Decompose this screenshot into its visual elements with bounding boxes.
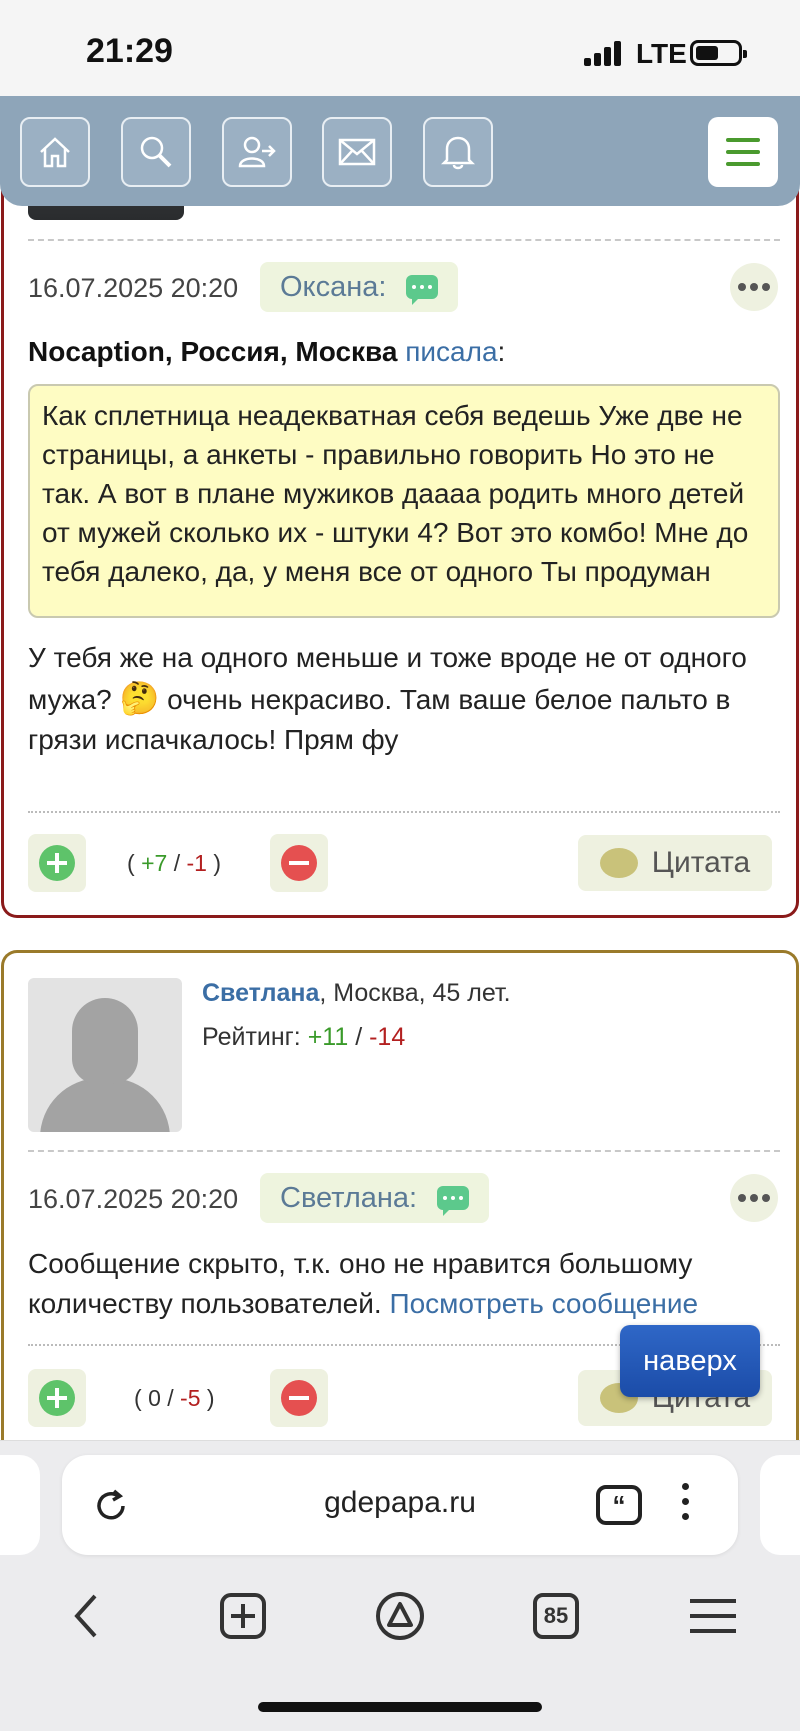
network-label: LTE — [636, 38, 687, 69]
chat-bubble-icon — [406, 275, 439, 305]
show-message-link[interactable]: Посмотреть сообщение — [389, 1288, 698, 1319]
home-icon — [40, 137, 70, 168]
post-date: 16.07.2025 20:20 — [28, 273, 239, 303]
cite-button[interactable]: Цитата — [578, 835, 772, 891]
vote-count: ( +7 / -1 ) — [127, 850, 221, 876]
post-card: 16.07.2025 20:20 Оксана: Nocaption, Росс… — [1, 150, 799, 918]
chat-bubble-icon — [437, 1186, 470, 1216]
more-options-button[interactable] — [730, 1174, 778, 1222]
vote-up-button[interactable] — [28, 1369, 86, 1427]
vote-count: ( 0 / -5 ) — [134, 1385, 215, 1411]
avatar[interactable] — [28, 978, 182, 1132]
quoted-author[interactable]: Nocaption, Россия, Москва — [28, 336, 397, 367]
author-name: Оксана: — [280, 270, 387, 303]
vote-down-button[interactable] — [270, 834, 328, 892]
menu-button[interactable] — [708, 117, 778, 187]
minus-icon — [281, 1380, 317, 1416]
more-options-button[interactable] — [730, 263, 778, 311]
minus-icon — [281, 845, 317, 881]
post-date: 16.07.2025 20:20 — [28, 1184, 239, 1214]
login-button[interactable] — [222, 117, 292, 187]
hidden-message-notice: Сообщение скрыто, т.к. оно не нравится б… — [28, 1248, 699, 1319]
reply-to-author-button[interactable]: Оксана: — [260, 262, 459, 312]
scroll-to-top-button[interactable]: наверх — [620, 1325, 760, 1397]
home-button[interactable] — [20, 117, 90, 187]
home-indicator[interactable] — [258, 1702, 542, 1712]
plus-square-icon — [220, 1593, 266, 1639]
divider — [28, 239, 780, 241]
vote-up-button[interactable] — [28, 834, 86, 892]
reply-to-author-button[interactable]: Светлана: — [260, 1173, 490, 1223]
thinking-emoji: 🤔 — [119, 680, 160, 716]
back-button[interactable] — [58, 1588, 114, 1644]
status-bar: 21:29 LTE — [0, 0, 800, 96]
tabs-button[interactable]: 85 — [528, 1588, 584, 1644]
divider — [28, 1150, 780, 1152]
messages-button[interactable] — [322, 117, 392, 187]
login-icon — [238, 136, 276, 168]
quote-block: Как сплетница неадекватная себя ведешь У… — [28, 384, 780, 618]
assistant-icon — [376, 1592, 424, 1640]
quote-header: Nocaption, Россия, Москва писала: — [28, 336, 506, 367]
assistant-button[interactable] — [372, 1588, 428, 1644]
hamburger-icon — [690, 1599, 736, 1633]
plus-icon — [39, 1380, 75, 1416]
divider — [28, 811, 780, 813]
rating-line: Рейтинг: +11 / -14 — [202, 1023, 406, 1051]
quote-share-icon[interactable]: “ — [596, 1485, 642, 1525]
quote-icon — [599, 848, 638, 878]
profile-line: Светлана, Москва, 45 лет. — [202, 979, 511, 1007]
quote-source-link[interactable]: писала — [405, 336, 497, 367]
menu-icon — [726, 138, 760, 142]
plus-icon — [39, 845, 75, 881]
browser-menu-button[interactable] — [685, 1588, 741, 1644]
battery-icon — [690, 40, 747, 66]
author-name: Светлана: — [280, 1181, 418, 1214]
chevron-left-icon — [74, 1594, 97, 1638]
search-icon — [140, 136, 172, 168]
site-nav-bar — [0, 96, 800, 206]
notifications-button[interactable] — [423, 117, 493, 187]
next-tab-preview[interactable] — [760, 1455, 800, 1555]
new-tab-button[interactable] — [215, 1588, 271, 1644]
search-button[interactable] — [121, 117, 191, 187]
profile-name-link[interactable]: Светлана — [202, 979, 319, 1007]
tabs-count: 85 — [533, 1593, 579, 1639]
post-message: У тебя же на одного меньше и тоже вроде … — [28, 642, 747, 755]
signal-icon — [584, 40, 624, 66]
more-vertical-icon[interactable] — [682, 1483, 689, 1520]
status-time: 21:29 — [86, 32, 173, 70]
vote-down-button[interactable] — [270, 1369, 328, 1427]
bell-icon — [441, 136, 475, 170]
previous-tab-preview[interactable] — [0, 1455, 40, 1555]
address-bar[interactable]: gdepapa.ru “ — [62, 1455, 738, 1555]
mail-icon — [338, 138, 376, 166]
